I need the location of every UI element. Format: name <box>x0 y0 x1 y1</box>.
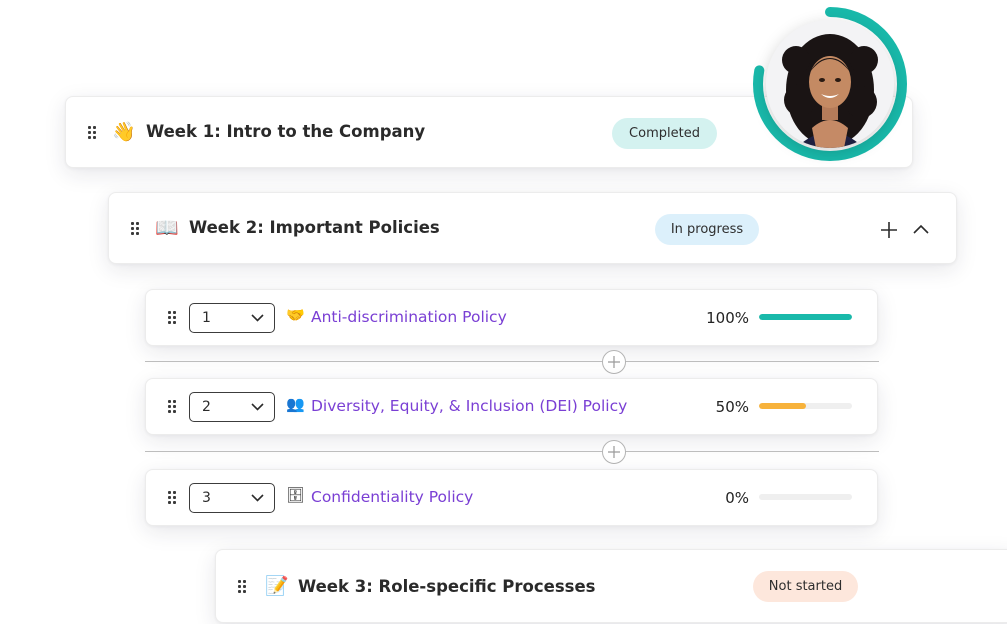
order-value: 1 <box>202 310 211 326</box>
week-3-card[interactable]: 📝 Week 3: Role-specific Processes Not st… <box>215 549 1007 623</box>
drag-handle-icon[interactable] <box>88 126 96 139</box>
week-title: Week 3: Role-specific Processes <box>298 577 596 596</box>
insert-lesson-button[interactable] <box>602 350 626 374</box>
chevron-down-icon <box>251 314 264 322</box>
order-value: 2 <box>202 399 211 415</box>
insert-lesson-button[interactable] <box>602 440 626 464</box>
drag-handle-icon[interactable] <box>238 580 246 593</box>
week-title: Week 2: Important Policies <box>189 218 440 237</box>
lesson-row[interactable]: 3 🗄 Confidentiality Policy 0% <box>145 469 878 526</box>
wave-icon: 👋 <box>112 121 136 143</box>
progress-fill <box>759 403 806 409</box>
people-icon: 👥 <box>286 395 305 413</box>
file-cabinet-icon: 🗄 <box>286 486 306 504</box>
progress-bar <box>759 314 852 320</box>
order-value: 3 <box>202 490 211 506</box>
plus-icon <box>608 356 620 368</box>
memo-icon: 📝 <box>265 575 289 597</box>
drag-handle-icon[interactable] <box>168 400 176 413</box>
add-icon[interactable] <box>880 221 898 239</box>
lesson-link[interactable]: Anti-discrimination Policy <box>311 308 507 326</box>
book-icon: 📖 <box>155 217 179 239</box>
progress-bar <box>759 494 852 500</box>
progress-percent: 0% <box>725 489 749 507</box>
chevron-down-icon <box>251 494 264 502</box>
user-avatar <box>752 6 908 162</box>
week-title: Week 1: Intro to the Company <box>146 122 426 141</box>
progress-percent: 50% <box>715 398 749 416</box>
progress-bar <box>759 403 852 409</box>
drag-handle-icon[interactable] <box>168 311 176 324</box>
progress-fill <box>759 314 852 320</box>
avatar-photo <box>766 20 894 148</box>
progress-percent: 100% <box>706 309 749 327</box>
status-badge: Completed <box>612 118 717 149</box>
drag-handle-icon[interactable] <box>168 491 176 504</box>
lesson-link[interactable]: Confidentiality Policy <box>311 488 473 506</box>
chevron-down-icon <box>251 403 264 411</box>
divider <box>145 451 879 452</box>
chevron-up-icon[interactable] <box>913 224 929 234</box>
lesson-row[interactable]: 1 🤝 Anti-discrimination Policy 100% <box>145 289 878 346</box>
lesson-link[interactable]: Diversity, Equity, & Inclusion (DEI) Pol… <box>311 397 627 415</box>
order-select[interactable]: 2 <box>189 392 275 422</box>
drag-handle-icon[interactable] <box>131 222 139 235</box>
order-select[interactable]: 3 <box>189 483 275 513</box>
status-badge: Not started <box>753 571 858 602</box>
divider <box>145 361 879 362</box>
lesson-row[interactable]: 2 👥 Diversity, Equity, & Inclusion (DEI)… <box>145 378 878 435</box>
handshake-icon: 🤝 <box>286 306 305 324</box>
status-badge: In progress <box>655 214 759 245</box>
order-select[interactable]: 1 <box>189 303 275 333</box>
plus-icon <box>608 446 620 458</box>
week-2-card[interactable]: 📖 Week 2: Important Policies In progress <box>108 192 957 264</box>
